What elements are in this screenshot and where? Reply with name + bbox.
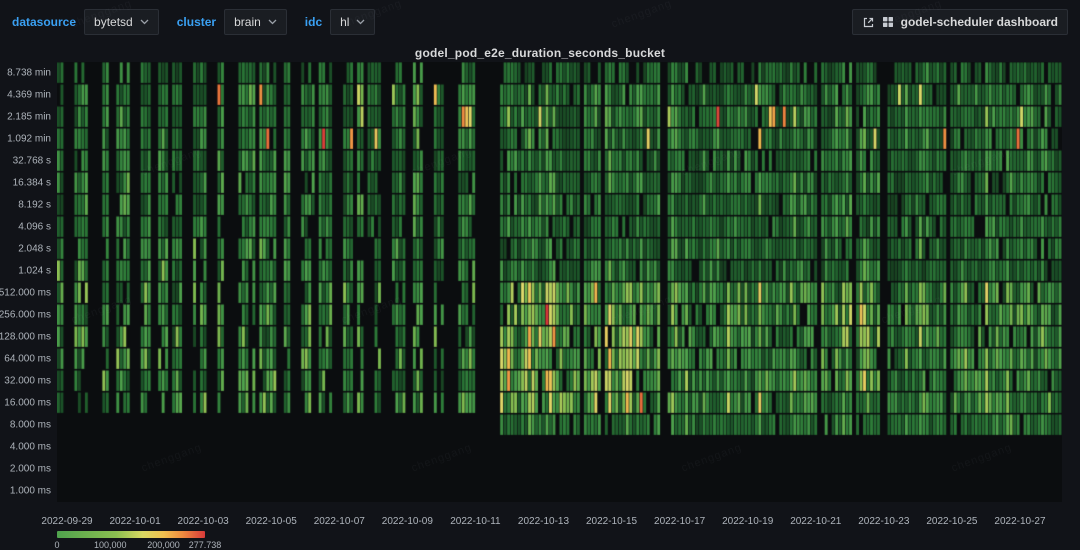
cluster-dropdown[interactable]: brain bbox=[224, 9, 287, 35]
y-axis-label: 32.768 s bbox=[13, 156, 51, 167]
x-axis-label: 2022-09-29 bbox=[41, 516, 92, 527]
x-axis-label: 2022-10-13 bbox=[518, 516, 569, 527]
datasource-value: bytetsd bbox=[94, 15, 133, 29]
x-axis-label: 2022-10-15 bbox=[586, 516, 637, 527]
y-axis-label: 64.000 ms bbox=[4, 354, 51, 365]
heatmap-canvas[interactable] bbox=[57, 62, 1062, 502]
y-axis-label: 8.000 ms bbox=[10, 420, 51, 431]
variable-group-datasource: datasource bytetsd bbox=[12, 9, 159, 35]
y-axis-label: 4.096 s bbox=[18, 222, 51, 233]
y-axis-label: 2.000 ms bbox=[10, 464, 51, 475]
y-axis: 8.738 min 4.369 min 2.185 min 1.092 min 32.7… bbox=[0, 62, 54, 502]
y-axis-label: 2.048 s bbox=[18, 244, 51, 255]
legend-gradient-bar bbox=[57, 531, 205, 538]
y-axis-label: 1.024 s bbox=[18, 266, 51, 277]
idc-label: idc bbox=[305, 15, 322, 29]
chevron-down-icon bbox=[140, 19, 149, 25]
x-axis-label: 2022-10-19 bbox=[722, 516, 773, 527]
external-link-icon bbox=[862, 16, 875, 29]
x-axis-label: 2022-10-11 bbox=[450, 516, 500, 527]
y-axis-label: 256.000 ms bbox=[0, 310, 51, 321]
grafana-dashboard: datasource bytetsd cluster brain idc hl bbox=[0, 0, 1080, 549]
y-axis-label: 4.000 ms bbox=[10, 442, 51, 453]
idc-value: hl bbox=[340, 15, 349, 29]
x-axis-label: 2022-10-07 bbox=[314, 516, 365, 527]
chevron-down-icon bbox=[268, 19, 277, 25]
y-axis-label: 8.192 s bbox=[18, 200, 51, 211]
x-axis-label: 2022-10-03 bbox=[178, 516, 229, 527]
y-axis-label: 32.000 ms bbox=[4, 376, 51, 387]
datasource-label: datasource bbox=[12, 15, 76, 29]
x-axis-label: 2022-10-23 bbox=[858, 516, 909, 527]
x-axis-label: 2022-10-21 bbox=[790, 516, 841, 527]
topbar-right: godel-scheduler dashboard bbox=[852, 9, 1068, 35]
y-axis-label: 1.000 ms bbox=[10, 486, 51, 497]
color-legend: 0100,000200,000277.738 bbox=[57, 531, 317, 549]
variable-group-idc: idc hl bbox=[305, 9, 376, 35]
dashboard-topbar: datasource bytetsd cluster brain idc hl bbox=[0, 0, 1080, 44]
x-axis-label: 2022-10-01 bbox=[109, 516, 160, 527]
x-axis-label: 2022-10-17 bbox=[654, 516, 705, 527]
cluster-label: cluster bbox=[177, 15, 216, 29]
dashboard-link[interactable]: godel-scheduler dashboard bbox=[852, 9, 1068, 35]
y-axis-label: 1.092 min bbox=[7, 134, 51, 145]
idc-dropdown[interactable]: hl bbox=[330, 9, 375, 35]
y-axis-label: 16.000 ms bbox=[4, 398, 51, 409]
y-axis-label: 512.000 ms bbox=[0, 288, 51, 299]
panel-title[interactable]: godel_pod_e2e_duration_seconds_bucket bbox=[0, 46, 1080, 60]
y-axis-label: 8.738 min bbox=[7, 68, 51, 79]
datasource-dropdown[interactable]: bytetsd bbox=[84, 9, 159, 35]
x-axis: 2022-09-292022-10-012022-10-032022-10-05… bbox=[57, 516, 1062, 528]
y-axis-label: 4.369 min bbox=[7, 90, 51, 101]
dashboard-grid-icon bbox=[882, 16, 894, 28]
y-axis-label: 2.185 min bbox=[7, 112, 51, 123]
x-axis-label: 2022-10-25 bbox=[926, 516, 977, 527]
variable-group-cluster: cluster brain bbox=[177, 9, 287, 35]
y-axis-label: 128.000 ms bbox=[0, 332, 51, 343]
y-axis-label: 16.384 s bbox=[13, 178, 51, 189]
x-axis-label: 2022-10-09 bbox=[382, 516, 433, 527]
chevron-down-icon bbox=[356, 19, 365, 25]
x-axis-label: 2022-10-05 bbox=[246, 516, 297, 527]
x-axis-label: 2022-10-27 bbox=[994, 516, 1045, 527]
dashboard-link-label: godel-scheduler dashboard bbox=[901, 15, 1058, 29]
cluster-value: brain bbox=[234, 15, 261, 29]
